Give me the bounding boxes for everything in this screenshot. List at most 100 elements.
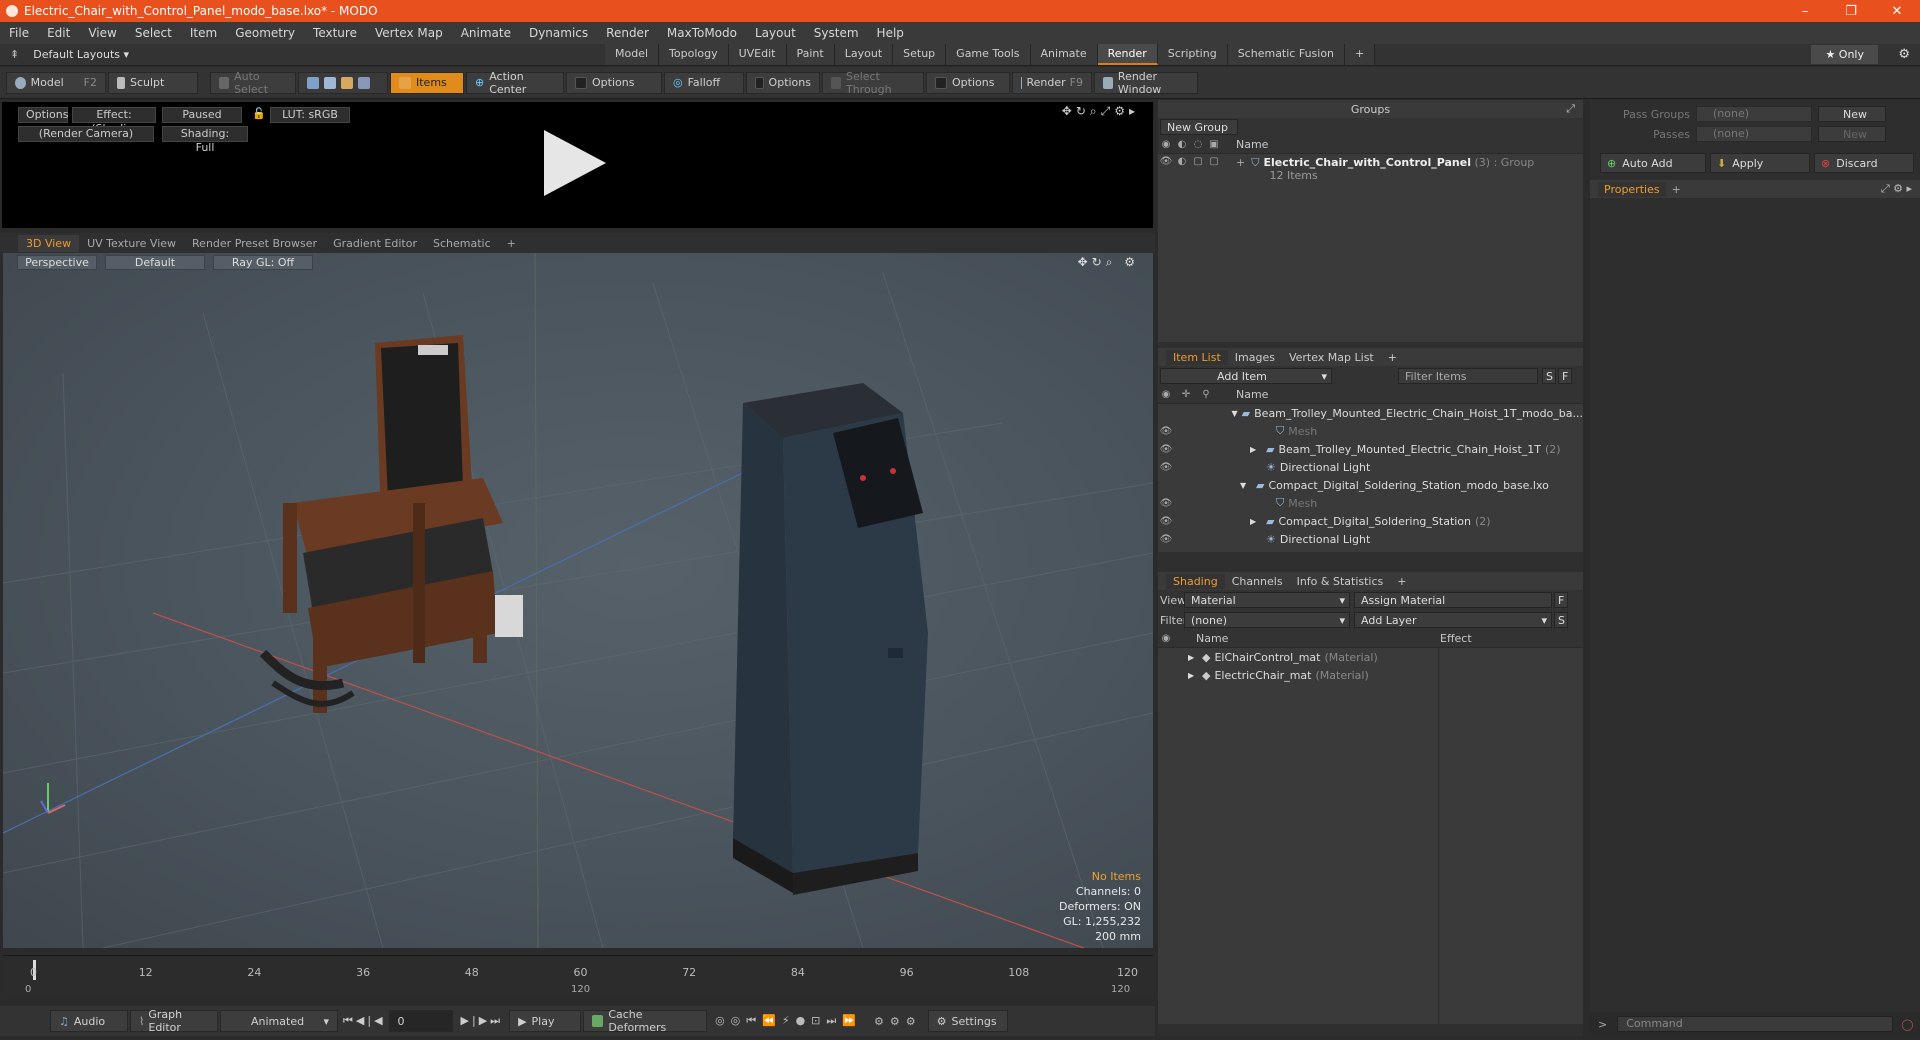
item-row[interactable]: 👁 ▶ ▰ Compact_Digital_Soldering_Station (2) bbox=[1158, 512, 1583, 530]
pass-groups-dropdown[interactable]: (none) bbox=[1696, 106, 1812, 122]
shading-tab-[interactable]: + bbox=[1390, 574, 1413, 589]
menu-layout[interactable]: Layout bbox=[746, 26, 805, 40]
items-mode-button[interactable]: Items bbox=[390, 71, 464, 94]
eye-icon[interactable]: 👁 bbox=[1158, 498, 1174, 509]
lock-column-icon[interactable]: ✛ bbox=[1178, 389, 1194, 400]
preview-nav-icons[interactable]: ✥↻⌕⤢⚙▸ bbox=[1062, 104, 1139, 119]
preview-options-button[interactable]: Options bbox=[18, 107, 68, 123]
frame-field[interactable]: 0 bbox=[388, 1010, 453, 1032]
lock-icon[interactable]: 🔓 bbox=[252, 107, 266, 120]
eye-icon[interactable]: 👁 bbox=[1158, 156, 1174, 167]
itemlist-tab-images[interactable]: Images bbox=[1228, 350, 1282, 365]
view-tab-gradient-editor[interactable]: Gradient Editor bbox=[325, 235, 425, 252]
eye-icon[interactable]: 👁 bbox=[1158, 426, 1174, 437]
item-row[interactable]: ▼ ▰ Compact_Digital_Soldering_Station_modo… bbox=[1158, 476, 1583, 494]
paused-button[interactable]: Paused bbox=[162, 107, 242, 123]
layout-tab-schematic-fusion[interactable]: Schematic Fusion bbox=[1227, 44, 1346, 65]
filter-dropdown[interactable]: (none) ▾ bbox=[1184, 612, 1350, 628]
view-tab-uv-texture-view[interactable]: UV Texture View bbox=[79, 235, 184, 252]
item-row[interactable]: 👁 ⛉ Mesh bbox=[1158, 494, 1583, 512]
vertices-mode-icon[interactable] bbox=[307, 76, 319, 89]
render-column-icon[interactable]: ◐ bbox=[1174, 139, 1190, 150]
menu-texture[interactable]: Texture bbox=[304, 26, 366, 40]
materials-mode-icon[interactable] bbox=[358, 76, 370, 89]
menu-vertex-map[interactable]: Vertex Map bbox=[366, 26, 452, 40]
layout-tab-model[interactable]: Model bbox=[605, 44, 660, 65]
filter-f-button[interactable]: F bbox=[1558, 368, 1572, 384]
close-button[interactable]: ✕ bbox=[1874, 4, 1920, 19]
layout-tab-add[interactable]: + bbox=[1345, 44, 1376, 65]
visibility-column-icon[interactable]: ◉ bbox=[1158, 139, 1174, 150]
render-camera-dropdown[interactable]: (Render Camera) bbox=[18, 126, 154, 142]
new-pass-group-button[interactable]: New bbox=[1818, 106, 1886, 122]
audio-button[interactable]: ♫ Audio bbox=[50, 1010, 128, 1032]
transport-forward-icons[interactable]: ▶|▶⏭ bbox=[461, 1014, 504, 1028]
render-button[interactable]: Render F9 bbox=[1012, 71, 1092, 94]
edges-mode-icon[interactable] bbox=[324, 76, 336, 89]
expand-arrow-icon[interactable]: ▶ bbox=[1188, 671, 1202, 680]
type-column-icon[interactable]: ⚲ bbox=[1198, 389, 1214, 400]
action-center-button[interactable]: ⊕ Action Center bbox=[466, 70, 564, 96]
filter-s-button[interactable]: S bbox=[1542, 368, 1556, 384]
menu-file[interactable]: File bbox=[0, 26, 38, 40]
visibility-column-icon[interactable]: ◉ bbox=[1158, 389, 1174, 400]
transport-back-icons[interactable]: ⏮◀|◀ bbox=[343, 1014, 386, 1028]
key-edit-icons[interactable]: ⚙⚙⚙ bbox=[874, 1015, 922, 1028]
menu-render[interactable]: Render bbox=[597, 26, 658, 40]
maximize-button[interactable]: ❐ bbox=[1828, 4, 1874, 19]
item-row[interactable]: 👁 ☀ Directional Light bbox=[1158, 458, 1583, 476]
gear-icon[interactable]: ⚙ bbox=[1898, 47, 1910, 62]
itemlist-tab-[interactable]: + bbox=[1381, 350, 1404, 365]
menu-geometry[interactable]: Geometry bbox=[226, 26, 304, 40]
minimize-button[interactable]: – bbox=[1782, 4, 1828, 19]
view-tab-3d-view[interactable]: 3D View bbox=[18, 234, 80, 252]
falloff-options-button[interactable]: Options bbox=[746, 71, 820, 94]
layout-tab-topology[interactable]: Topology bbox=[659, 44, 729, 65]
layout-tab-paint[interactable]: Paint bbox=[786, 44, 835, 65]
visibility-column-icon[interactable]: ◉ bbox=[1158, 633, 1174, 644]
settings-button[interactable]: ⚙ Settings bbox=[927, 1010, 1008, 1032]
shading-tab-info-statistics[interactable]: Info & Statistics bbox=[1290, 574, 1391, 589]
action-center-options-button[interactable]: Options bbox=[566, 71, 662, 94]
cache-deformers-button[interactable]: Cache Deformers bbox=[583, 1008, 708, 1034]
menu-item[interactable]: Item bbox=[181, 26, 226, 40]
layout-tab-scripting[interactable]: Scripting bbox=[1157, 44, 1228, 65]
shading-s-button[interactable]: S bbox=[1554, 612, 1568, 628]
eye-icon[interactable]: 👁 bbox=[1158, 462, 1174, 473]
sculpt-button[interactable]: Sculpt bbox=[108, 71, 198, 94]
menu-view[interactable]: View bbox=[79, 26, 125, 40]
lut-dropdown[interactable]: LUT: sRGB bbox=[270, 107, 350, 123]
new-pass-button[interactable]: New bbox=[1818, 126, 1886, 142]
item-row[interactable]: 👁 ▶ ▰ Beam_Trolley_Mounted_Electric_Chain_H… bbox=[1158, 440, 1583, 458]
menu-help[interactable]: Help bbox=[868, 26, 913, 40]
expand-arrow-icon[interactable]: ▼ bbox=[1240, 481, 1252, 490]
expand-icon[interactable]: ⤢ bbox=[1566, 102, 1575, 116]
command-history-icon[interactable]: ◯ bbox=[1901, 1018, 1913, 1031]
layout-tab-uvedit[interactable]: UVEdit bbox=[728, 44, 787, 65]
layout-arrow-icon[interactable]: ⇞ bbox=[10, 48, 19, 61]
view-tab-add[interactable]: + bbox=[499, 235, 524, 252]
discard-button[interactable]: ⊗ Discard bbox=[1814, 153, 1914, 173]
passes-dropdown[interactable]: (none) bbox=[1696, 126, 1812, 142]
expand-gear-icons[interactable]: ⤢ ⚙ ▸ bbox=[1881, 182, 1912, 196]
material-row[interactable]: ▶ ◆ ElectricChair_mat (Material) bbox=[1158, 666, 1583, 684]
menu-maxtomodo[interactable]: MaxToModo bbox=[658, 26, 746, 40]
lock-toggle-icon[interactable]: ▢ bbox=[1190, 156, 1206, 167]
default-layouts-dropdown[interactable]: Default Layouts ▾ bbox=[33, 48, 153, 61]
play-button[interactable]: ▶ Play bbox=[509, 1010, 582, 1032]
menu-dynamics[interactable]: Dynamics bbox=[520, 26, 597, 40]
lock-column-icon[interactable]: ◌ bbox=[1190, 139, 1206, 150]
layout-tab-setup[interactable]: Setup bbox=[893, 44, 947, 65]
new-group-button[interactable]: New Group bbox=[1160, 119, 1238, 135]
select-options-button[interactable]: Options bbox=[926, 71, 1010, 94]
menu-select[interactable]: Select bbox=[126, 26, 181, 40]
menu-animate[interactable]: Animate bbox=[452, 26, 520, 40]
select-through-button[interactable]: Select Through bbox=[822, 70, 924, 96]
view-dropdown[interactable]: Material ▾ bbox=[1184, 592, 1350, 608]
add-tab-icon[interactable]: + bbox=[1672, 183, 1681, 196]
eye-icon[interactable]: 👁 bbox=[1158, 444, 1174, 455]
menu-system[interactable]: System bbox=[805, 26, 868, 40]
select-column-icon[interactable]: ▣ bbox=[1206, 139, 1222, 150]
layout-tab-render[interactable]: Render bbox=[1097, 44, 1158, 65]
eye-icon[interactable]: 👁 bbox=[1158, 516, 1174, 527]
